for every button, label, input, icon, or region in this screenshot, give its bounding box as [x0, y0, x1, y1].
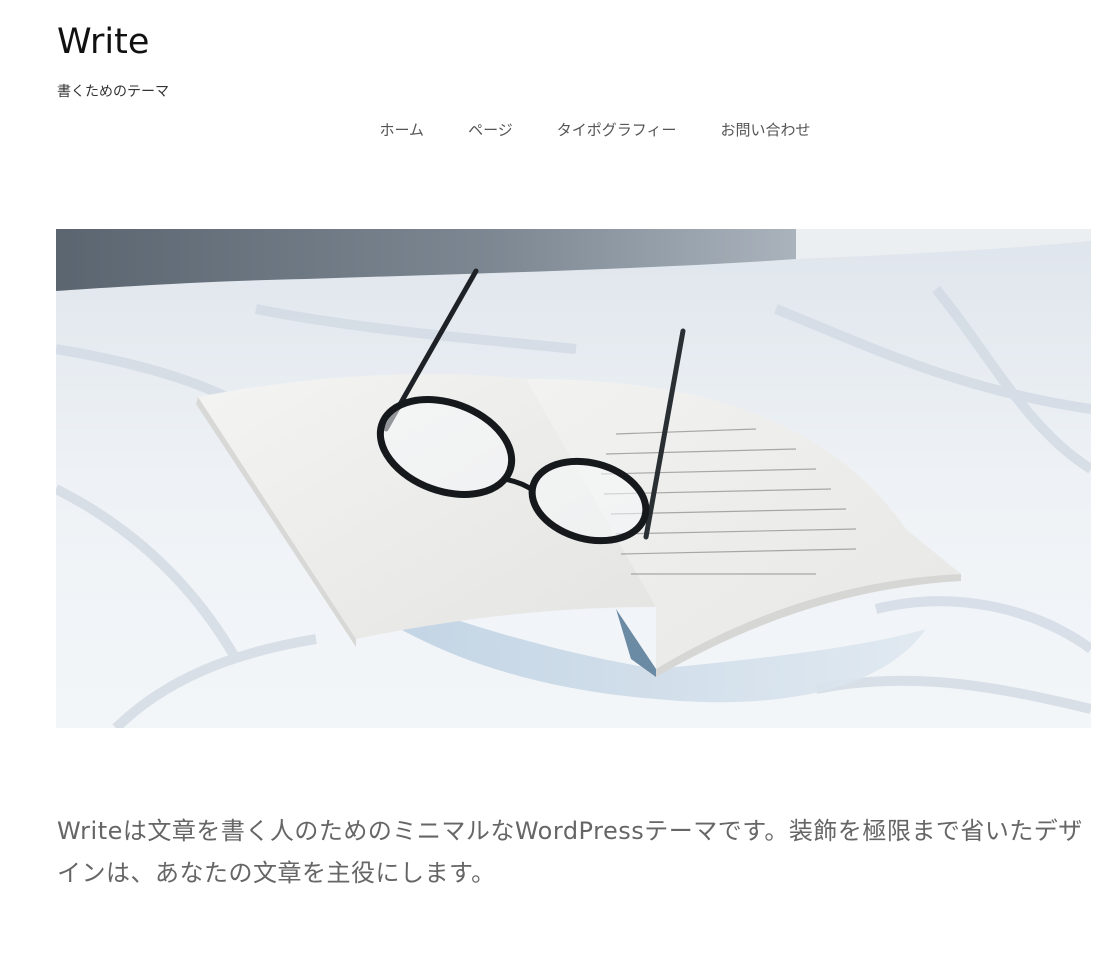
hero-image — [56, 229, 1091, 728]
main-navigation: ホーム ページ タイポグラフィー お問い合わせ — [57, 119, 1091, 141]
site-description: 書くためのテーマ — [57, 84, 169, 100]
nav-item-home[interactable]: ホーム — [358, 119, 447, 141]
hero-photo-illustration — [56, 229, 1091, 728]
nav-item-typography[interactable]: タイポグラフィー — [535, 119, 699, 141]
nav-item-contact[interactable]: お問い合わせ — [698, 119, 832, 141]
nav-item-page[interactable]: ページ — [446, 119, 535, 141]
intro-paragraph: Writeは文章を書く人のためのミニマルなWordPressテーマです。装飾を極… — [57, 817, 1083, 887]
site-title[interactable]: Write — [57, 20, 149, 64]
